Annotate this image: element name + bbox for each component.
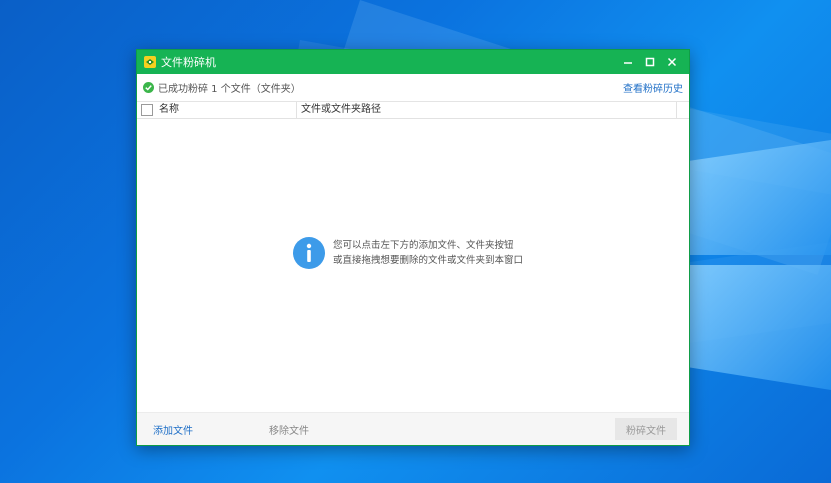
hint-text: 您可以点击左下方的添加文件、文件夹按钮 或直接拖拽想要删除的文件或文件夹到本窗口 (333, 238, 523, 268)
remove-file-button[interactable]: 移除文件 (269, 422, 309, 437)
empty-state-hint: 您可以点击左下方的添加文件、文件夹按钮 或直接拖拽想要删除的文件或文件夹到本窗口 (293, 237, 523, 269)
footer-toolbar: 添加文件 移除文件 粉碎文件 (137, 412, 689, 445)
title-bar[interactable]: 文件粉碎机 (137, 50, 689, 74)
hint-line-2: 或直接拖拽想要删除的文件或文件夹到本窗口 (333, 255, 524, 266)
shred-file-button[interactable]: 粉碎文件 (615, 418, 677, 440)
add-file-button[interactable]: 添加文件 (153, 422, 193, 437)
success-check-icon (143, 82, 154, 93)
maximize-icon (645, 57, 655, 67)
file-shredder-window: 文件粉碎机 已成功粉碎 1 个文件（文件夹） 查看粉碎历史 名称 文件或文件夹路… (136, 49, 690, 446)
file-list-header: 名称 文件或文件夹路径 (137, 102, 689, 119)
logo-pane (690, 140, 831, 255)
column-header-path[interactable]: 文件或文件夹路径 (297, 102, 677, 118)
status-message: 已成功粉碎 1 个文件（文件夹） (158, 84, 301, 95)
column-header-name[interactable]: 名称 (157, 102, 297, 118)
hint-line-1: 您可以点击左下方的添加文件、文件夹按钮 (333, 240, 514, 251)
status-bar: 已成功粉碎 1 个文件（文件夹） 查看粉碎历史 (137, 74, 689, 102)
close-icon (667, 57, 677, 67)
close-button[interactable] (661, 50, 683, 74)
window-controls (617, 50, 683, 74)
info-icon (293, 237, 325, 269)
select-all-checkbox[interactable] (141, 104, 153, 116)
view-history-link[interactable]: 查看粉碎历史 (623, 80, 683, 95)
maximize-button[interactable] (639, 50, 661, 74)
app-shredder-icon (144, 56, 156, 68)
minimize-button[interactable] (617, 50, 639, 74)
window-title: 文件粉碎机 (161, 56, 216, 69)
logo-pane (690, 265, 831, 390)
minimize-icon (624, 62, 632, 64)
file-list[interactable]: 您可以点击左下方的添加文件、文件夹按钮 或直接拖拽想要删除的文件或文件夹到本窗口 (137, 119, 689, 413)
windows-logo-icon (690, 140, 831, 390)
